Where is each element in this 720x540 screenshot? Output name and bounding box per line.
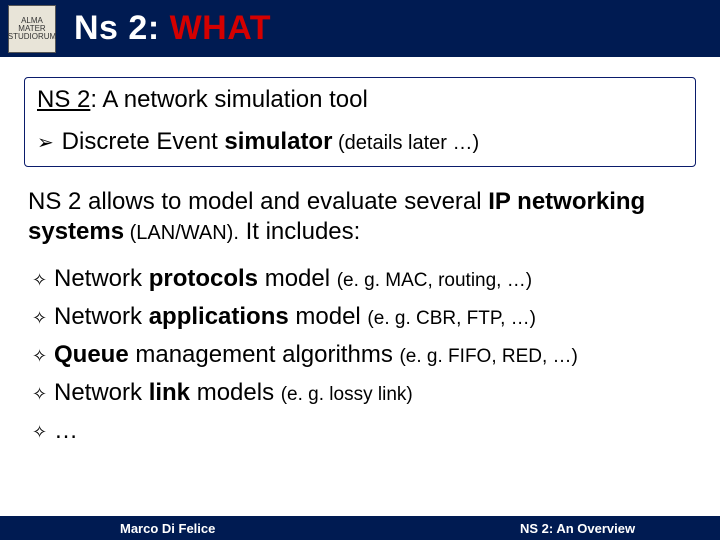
- diamond-icon: ✧: [32, 308, 54, 329]
- feature-list: ✧Network protocols model (e. g. MAC, rou…: [24, 265, 696, 445]
- item-text-a: Network: [54, 303, 149, 330]
- seal-text: ALMA MATER STUDIORUM: [8, 17, 56, 41]
- item-text-a: Network: [54, 379, 149, 406]
- diamond-icon: ✧: [32, 384, 54, 405]
- box-bullet-line: ➢ Discrete Event simulator (details late…: [35, 128, 685, 156]
- title-bar: ALMA MATER STUDIORUM Ns 2: WHAT: [0, 0, 720, 57]
- diamond-icon: ✧: [32, 270, 54, 291]
- diamond-icon: ✧: [32, 422, 54, 443]
- para-d: It includes:: [239, 218, 360, 245]
- slide: ALMA MATER STUDIORUM Ns 2: WHAT NS 2: A …: [0, 0, 720, 540]
- list-item-text: Network protocols model (e. g. MAC, rout…: [54, 265, 532, 293]
- list-item-text: Network applications model (e. g. CBR, F…: [54, 303, 536, 331]
- item-text-c: models: [190, 379, 281, 406]
- university-seal-icon: ALMA MATER STUDIORUM: [8, 5, 56, 53]
- definition-box: NS 2: A network simulation tool ➢ Discre…: [24, 77, 696, 167]
- item-text-b: applications: [149, 303, 289, 330]
- slide-title: Ns 2: WHAT: [74, 9, 271, 48]
- content-area: NS 2: A network simulation tool ➢ Discre…: [0, 57, 720, 445]
- arrow-icon: ➢: [37, 130, 55, 155]
- item-text-c: model: [258, 265, 337, 292]
- item-text-example: (e. g. MAC, routing, …): [337, 270, 532, 291]
- item-text-c: model: [289, 303, 368, 330]
- list-item: ✧Network link models (e. g. lossy link): [32, 379, 696, 407]
- item-text-b: Queue: [54, 341, 129, 368]
- item-text-a: …: [54, 417, 78, 444]
- list-item: ✧Network applications model (e. g. CBR, …: [32, 303, 696, 331]
- list-item: ✧Queue management algorithms (e. g. FIFO…: [32, 341, 696, 369]
- subtitle-rest: : A network simulation tool: [90, 86, 367, 113]
- para-a: NS 2 allows to model and evaluate severa…: [28, 188, 488, 215]
- list-item-text: Queue management algorithms (e. g. FIFO,…: [54, 341, 578, 369]
- list-item-text: …: [54, 417, 78, 445]
- item-text-example: (e. g. FIFO, RED, …): [399, 346, 577, 367]
- title-part2: WHAT: [170, 9, 271, 47]
- item-text-example: (e. g. lossy link): [281, 384, 413, 405]
- box-subtitle: NS 2: A network simulation tool: [35, 86, 685, 114]
- list-item: ✧…: [32, 417, 696, 445]
- footer-bar: Marco Di Felice NS 2: An Overview: [0, 516, 720, 540]
- title-part1: Ns 2:: [74, 9, 170, 47]
- item-text-a: Network: [54, 265, 149, 292]
- item-text-c: management algorithms: [129, 341, 400, 368]
- subtitle-underline: NS 2: [37, 86, 90, 113]
- bullet-text-b: simulator: [224, 128, 332, 155]
- bullet-text-c: (details later …): [332, 132, 479, 154]
- list-item-text: Network link models (e. g. lossy link): [54, 379, 413, 407]
- item-text-b: link: [149, 379, 190, 406]
- item-text-b: protocols: [149, 265, 258, 292]
- diamond-icon: ✧: [32, 346, 54, 367]
- item-text-example: (e. g. CBR, FTP, …): [367, 308, 536, 329]
- para-c: (LAN/WAN).: [124, 222, 239, 244]
- bullet-text-a: Discrete Event: [62, 128, 225, 155]
- list-item: ✧Network protocols model (e. g. MAC, rou…: [32, 265, 696, 293]
- intro-paragraph: NS 2 allows to model and evaluate severa…: [24, 187, 696, 247]
- footer-right: NS 2: An Overview: [480, 521, 720, 536]
- footer-author: Marco Di Felice: [0, 521, 480, 536]
